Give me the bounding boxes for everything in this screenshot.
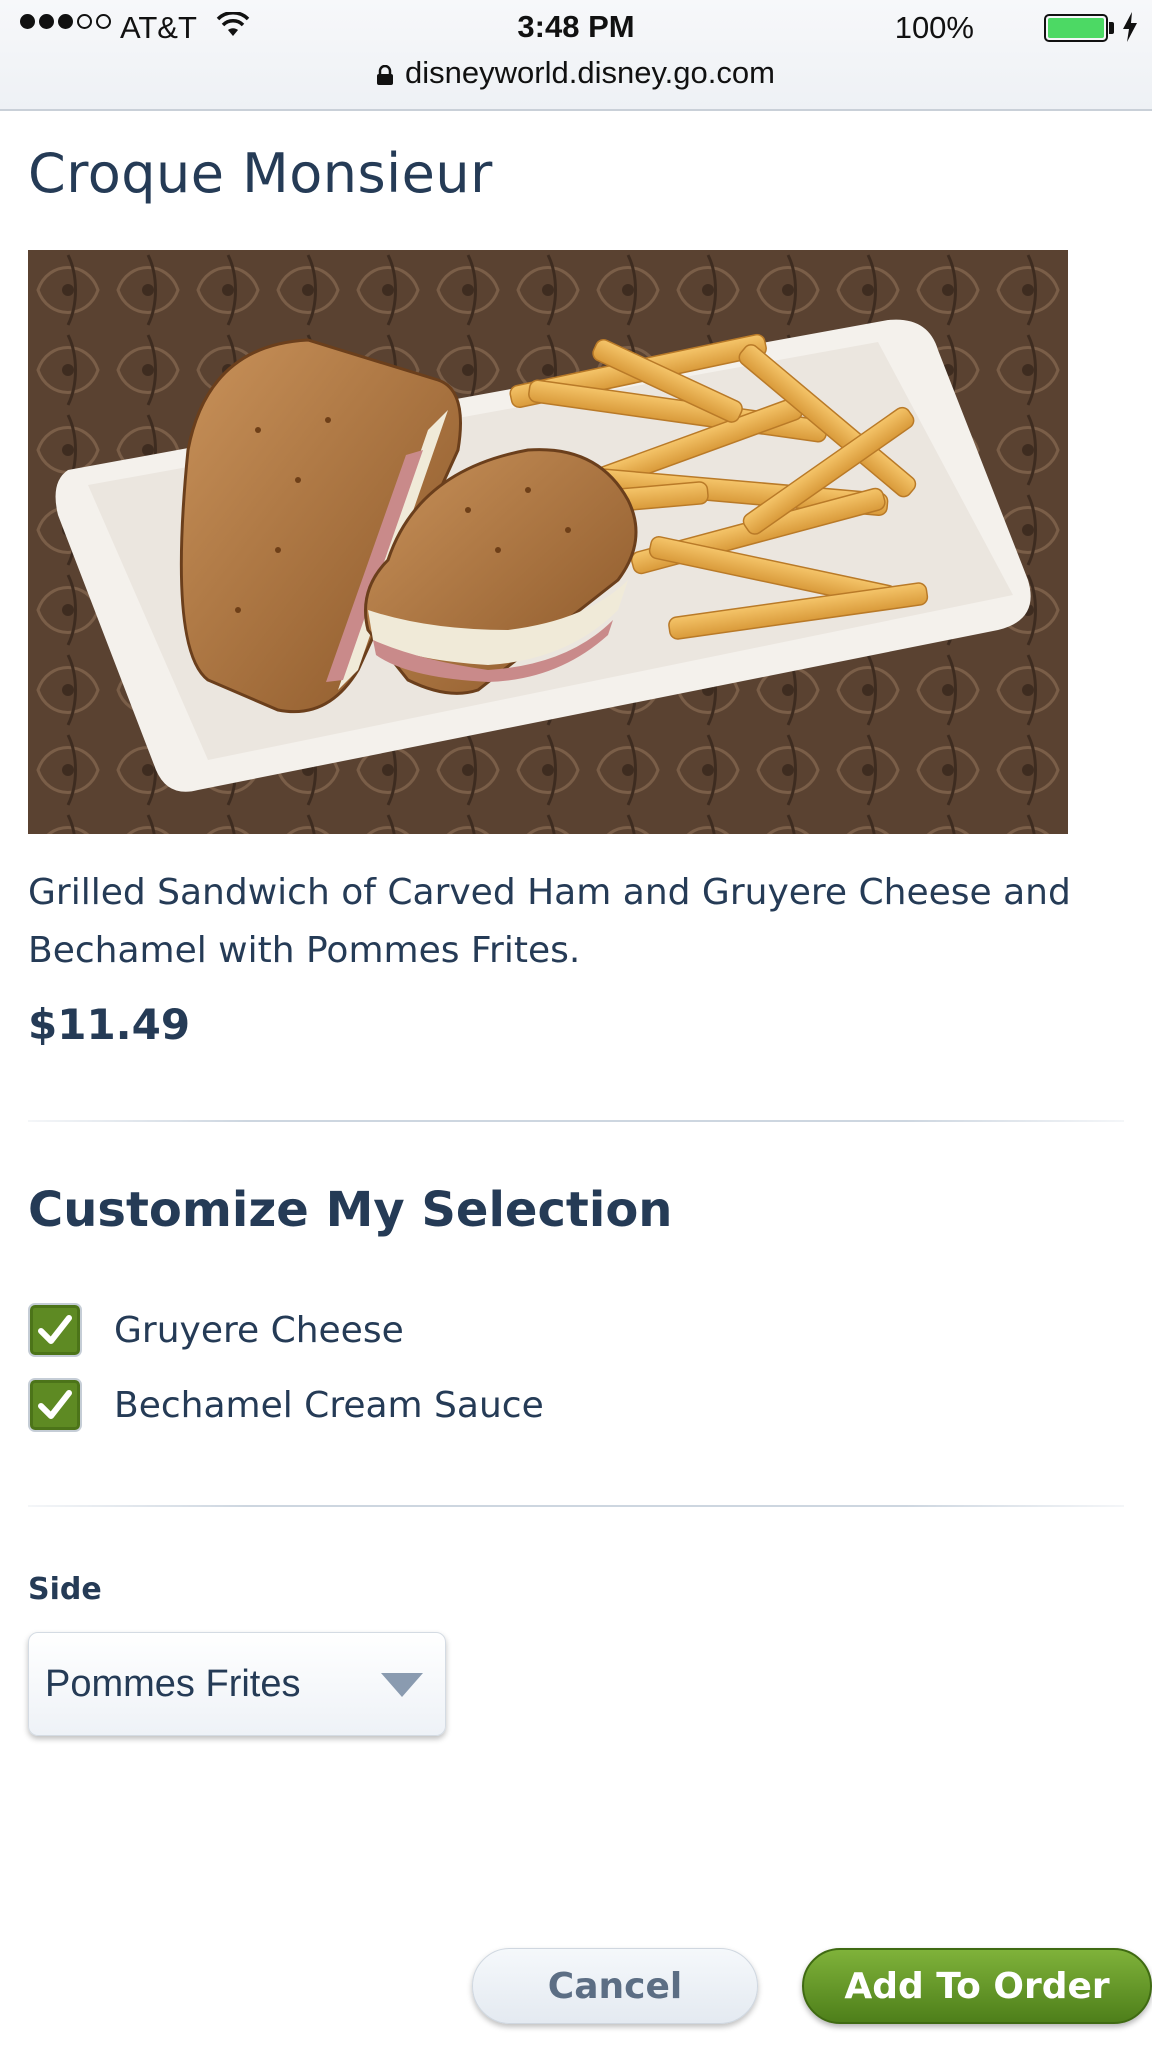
page-title: Croque Monsieur (28, 142, 493, 205)
status-bar: AT&T 3:48 PM 100% (0, 0, 1152, 56)
option-label: Gruyere Cheese (114, 1309, 404, 1351)
battery-icon (1044, 14, 1108, 42)
browser-top-bar: AT&T 3:48 PM 100% disneyworld.disney.go.… (0, 0, 1152, 111)
food-photo (28, 250, 1068, 834)
checkmark-icon (38, 1315, 72, 1344)
lock-icon (377, 65, 394, 85)
item-price: $11.49 (28, 1000, 191, 1049)
add-to-order-button[interactable]: Add To Order (802, 1948, 1152, 2024)
cancel-button[interactable]: Cancel (472, 1948, 758, 2024)
divider (28, 1120, 1124, 1122)
dropdown-arrow-icon (381, 1673, 423, 1697)
battery-tip (1109, 22, 1114, 34)
item-description: Grilled Sandwich of Carved Ham and Gruye… (28, 872, 1071, 971)
url-bar[interactable]: disneyworld.disney.go.com (0, 55, 1152, 91)
divider (28, 1505, 1124, 1507)
checkmark-icon (38, 1390, 72, 1419)
url-text: disneyworld.disney.go.com (405, 55, 775, 90)
checkbox-gruyere-cheese[interactable] (28, 1303, 82, 1357)
charging-bolt-icon (1123, 12, 1137, 42)
option-label: Bechamel Cream Sauce (114, 1384, 544, 1426)
option-bechamel-cream-sauce[interactable]: Bechamel Cream Sauce (28, 1377, 544, 1433)
side-select-value: Pommes Frites (45, 1662, 301, 1705)
customize-heading: Customize My Selection (28, 1182, 673, 1238)
battery-percent: 100% (894, 10, 974, 45)
checkbox-bechamel-cream-sauce[interactable] (28, 1378, 82, 1432)
option-gruyere-cheese[interactable]: Gruyere Cheese (28, 1302, 404, 1358)
clock: 3:48 PM (517, 9, 635, 44)
side-select[interactable]: Pommes Frites (28, 1632, 446, 1736)
side-label: Side (28, 1572, 102, 1607)
